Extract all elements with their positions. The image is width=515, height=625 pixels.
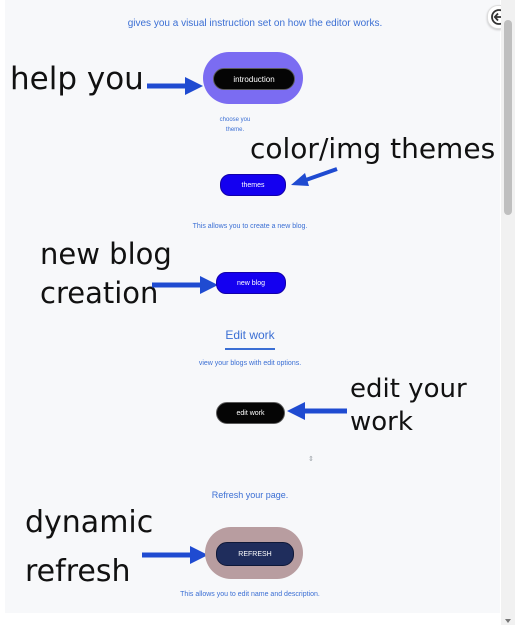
annotation-edit-your-work-line2: work [350,407,413,437]
annotation-new-blog-line1: new blog [40,237,172,271]
refresh-button[interactable]: REFRESH [216,542,294,566]
annotation-dynamic-line1: dynamic [25,505,154,540]
small-resize-icon: ⇕ [308,456,314,463]
edit-work-description: view your blogs with edit options. [198,360,302,367]
annotation-new-blog-line2: creation [40,276,159,310]
annotation-color-img-themes: color/img themes [250,132,496,165]
edit-work-button[interactable]: edit work [216,402,285,424]
edit-work-heading: Edit work [225,328,275,342]
edit-work-heading-underline [225,348,275,350]
arrow-right-icon [142,546,208,564]
annotation-help-you: help you [10,61,144,97]
bottom-description: This allows you to edit name and descrip… [180,591,320,598]
arrow-left-icon [287,402,347,420]
scrollbar[interactable] [501,0,515,625]
scrollbar-thumb[interactable] [504,20,512,215]
intro-description: gives you a visual instruction set on ho… [127,18,383,29]
new-blog-description: This allows you to create a new blog. [192,223,308,230]
arrow-left-icon [291,167,338,186]
page-content: gives you a visual instruction set on ho… [5,0,500,613]
scroll-down-icon[interactable] [505,619,511,623]
arrow-right-icon [152,276,218,294]
themes-description-line1: choose you [219,117,251,123]
arrow-right-icon [147,77,203,95]
themes-button[interactable]: themes [220,174,286,196]
new-blog-button[interactable]: new blog [216,272,286,294]
refresh-description: Refresh your page. [211,490,289,500]
introduction-button[interactable]: introduction [213,68,295,90]
annotation-dynamic-line2: refresh [25,554,131,589]
annotation-edit-your-work-line1: edit your [350,374,467,404]
